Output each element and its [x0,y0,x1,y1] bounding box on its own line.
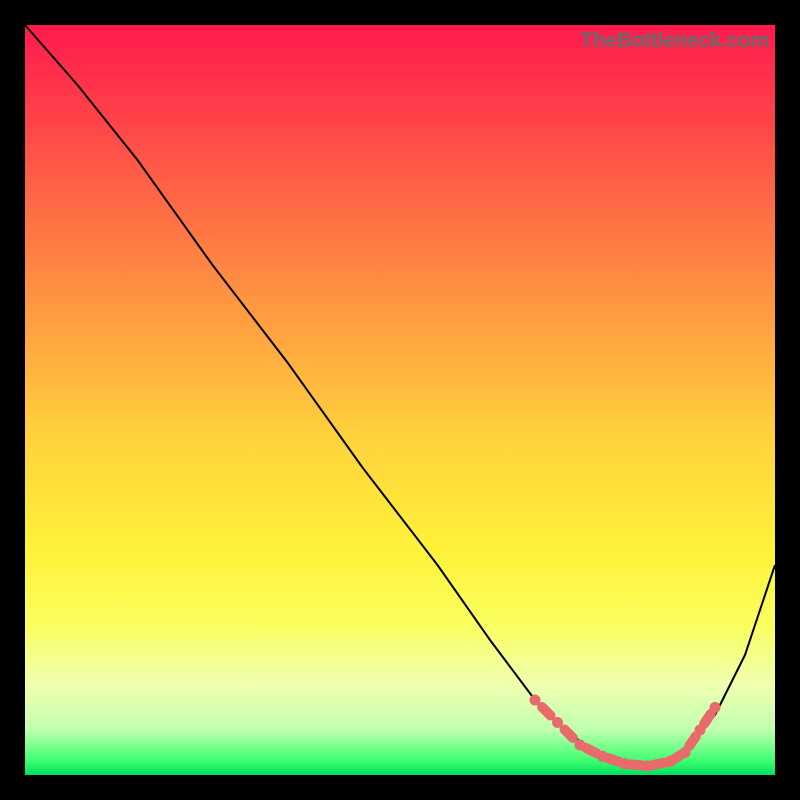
marker-dash [689,736,696,746]
bottleneck-curve [25,25,775,768]
marker-dash [630,764,642,765]
marker-dash [608,758,619,762]
marker-dash [542,707,551,716]
marker-dash [704,714,711,724]
curve-svg [25,25,775,775]
marker-dash [653,763,665,765]
marker-dash [586,748,597,753]
marker-dash [565,730,574,739]
marker-dot [710,702,721,713]
plot-area: TheBottleneck.com [25,25,775,775]
chart-frame: TheBottleneck.com [0,0,800,800]
marker-cluster [530,695,721,772]
